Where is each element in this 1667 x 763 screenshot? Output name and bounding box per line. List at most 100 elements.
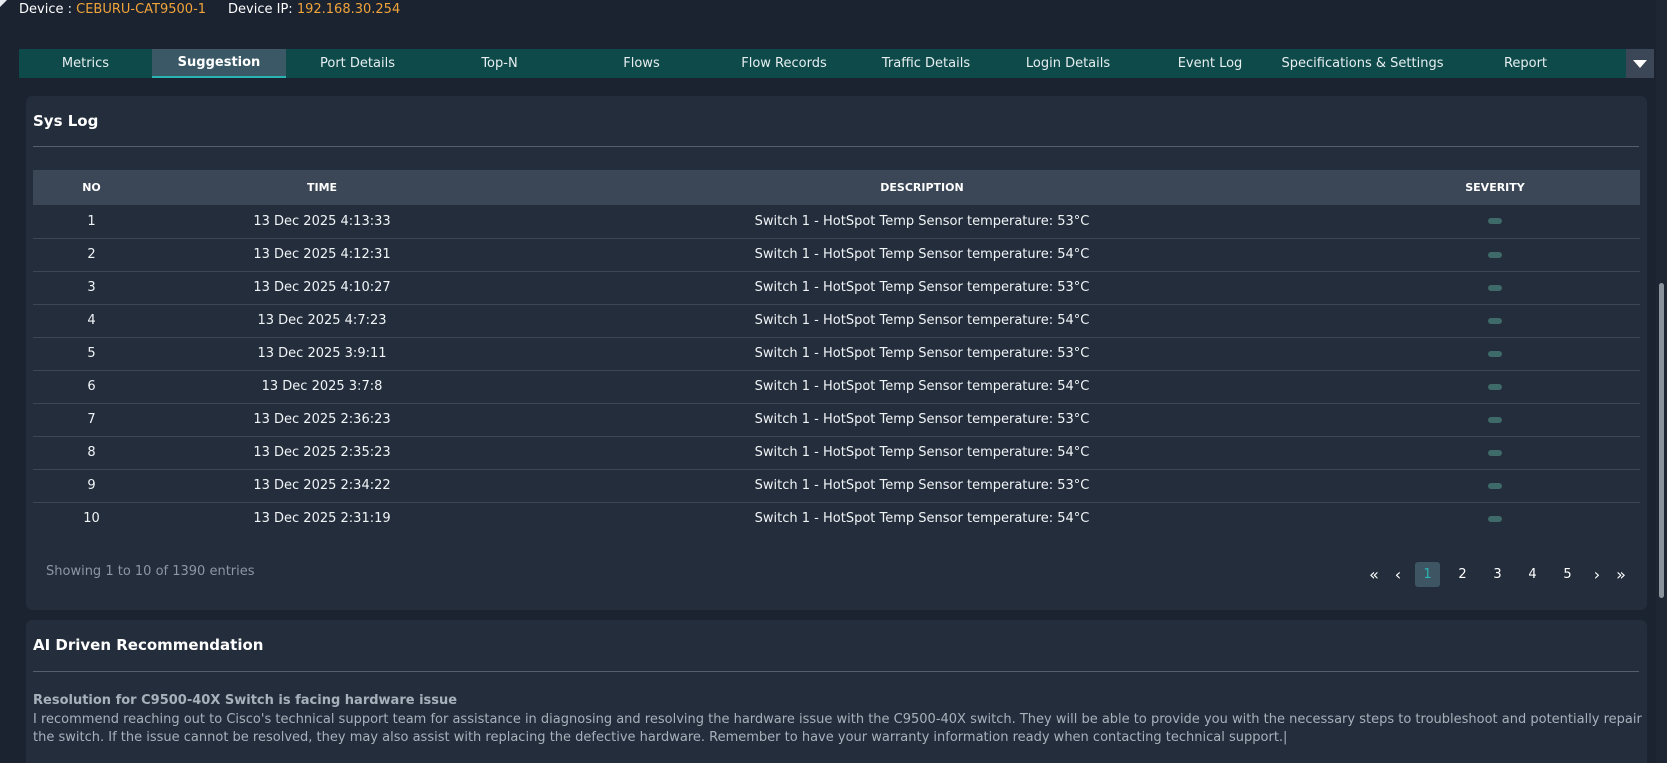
pagination: « ‹ 1 2 3 4 5 › »	[1362, 562, 1633, 587]
device-name: CEBURU-CAT9500-1	[76, 2, 207, 17]
syslog-panel: Sys Log NO TIME DESCRIPTION SEVERITY 1 1…	[26, 96, 1647, 610]
tab-specifications-settings[interactable]: Specifications & Settings	[1281, 49, 1444, 78]
cell-description: Switch 1 - HotSpot Temp Sensor temperatu…	[754, 412, 1090, 427]
tab-flows[interactable]: Flows	[570, 49, 713, 78]
severity-indicator	[1488, 416, 1502, 423]
caret-down-icon	[1633, 59, 1647, 68]
cell-severity	[1350, 370, 1640, 403]
cell-time: 13 Dec 2025 4:10:27	[253, 280, 391, 295]
severity-indicator	[1488, 218, 1502, 225]
cell-severity	[1350, 469, 1640, 502]
last-page-icon[interactable]: »	[1609, 564, 1633, 586]
device-info-bar: Device : CEBURU-CAT9500-1 Device IP: 192…	[19, 2, 400, 17]
cell-severity	[1350, 205, 1640, 238]
severity-indicator	[1488, 515, 1502, 522]
cell-time: 13 Dec 2025 3:7:8	[261, 379, 383, 394]
entries-info: Showing 1 to 10 of 1390 entries	[46, 564, 255, 579]
tab-flow-records[interactable]: Flow Records	[713, 49, 855, 78]
table-row: 4 13 Dec 2025 4:7:23 Switch 1 - HotSpot …	[33, 304, 1640, 337]
device-label: Device :	[19, 2, 72, 17]
cell-no: 6	[87, 379, 96, 394]
ai-divider	[33, 671, 1639, 672]
tab-traffic-details[interactable]: Traffic Details	[855, 49, 997, 78]
cell-no: 8	[87, 445, 96, 460]
table-row: 5 13 Dec 2025 3:9:11 Switch 1 - HotSpot …	[33, 337, 1640, 370]
cell-description: Switch 1 - HotSpot Temp Sensor temperatu…	[754, 445, 1090, 460]
cell-time: 13 Dec 2025 4:12:31	[253, 247, 391, 262]
cell-no: 1	[87, 213, 96, 229]
cell-no: 10	[83, 511, 100, 527]
cell-description: Switch 1 - HotSpot Temp Sensor temperatu…	[754, 511, 1090, 527]
page-button-5[interactable]: 5	[1555, 562, 1580, 587]
column-header-time[interactable]: TIME	[150, 170, 494, 205]
table-row: 1 13 Dec 2025 4:13:33 Switch 1 - HotSpot…	[33, 205, 1640, 238]
cell-description: Switch 1 - HotSpot Temp Sensor temperatu…	[754, 280, 1090, 295]
device-name-group: Device : CEBURU-CAT9500-1	[19, 2, 206, 17]
page-scrollbar[interactable]	[1656, 0, 1667, 763]
cell-severity	[1350, 271, 1640, 304]
cell-severity	[1350, 304, 1640, 337]
tab-event-log[interactable]: Event Log	[1139, 49, 1281, 78]
cell-severity	[1350, 436, 1640, 469]
prev-page-icon[interactable]: ‹	[1386, 564, 1410, 586]
tab-report[interactable]: Report	[1444, 49, 1607, 78]
severity-indicator	[1488, 383, 1502, 390]
cell-no: 2	[87, 247, 96, 262]
cell-description: Switch 1 - HotSpot Temp Sensor temperatu…	[754, 478, 1090, 493]
corner-marker	[0, 0, 7, 7]
table-row: 8 13 Dec 2025 2:35:23 Switch 1 - HotSpot…	[33, 436, 1640, 469]
device-ip-group: Device IP: 192.168.30.254	[228, 2, 400, 17]
ai-recommendation-panel: AI Driven Recommendation Resolution for …	[26, 620, 1647, 763]
tab-top-n[interactable]: Top-N	[429, 49, 570, 78]
table-row: 7 13 Dec 2025 2:36:23 Switch 1 - HotSpot…	[33, 403, 1640, 436]
scrollbar-thumb[interactable]	[1659, 283, 1664, 598]
cell-time: 13 Dec 2025 4:7:23	[257, 313, 387, 328]
cell-description: Switch 1 - HotSpot Temp Sensor temperatu…	[754, 379, 1090, 394]
cell-severity	[1350, 238, 1640, 271]
page-button-4[interactable]: 4	[1520, 562, 1545, 587]
device-ip-label: Device IP:	[228, 2, 293, 17]
column-header-no[interactable]: NO	[33, 170, 150, 205]
first-page-icon[interactable]: «	[1362, 564, 1386, 586]
column-header-severity[interactable]: SEVERITY	[1350, 170, 1640, 205]
tab-port-details[interactable]: Port Details	[286, 49, 429, 78]
cell-no: 5	[87, 346, 96, 361]
cell-no: 4	[87, 313, 96, 328]
page-button-2[interactable]: 2	[1450, 562, 1475, 587]
cell-no: 3	[87, 280, 96, 295]
tab-bar: Metrics Suggestion Port Details Top-N Fl…	[19, 49, 1654, 78]
device-ip-value: 192.168.30.254	[296, 2, 401, 17]
ai-recommendation-title: AI Driven Recommendation	[33, 636, 264, 654]
column-header-description[interactable]: DESCRIPTION	[494, 170, 1350, 205]
page-button-1[interactable]: 1	[1415, 562, 1440, 587]
cell-time: 13 Dec 2025 2:31:19	[253, 511, 391, 527]
severity-indicator	[1488, 350, 1502, 357]
resolution-text: I recommend reaching out to Cisco's tech…	[33, 712, 1642, 745]
cell-no: 7	[87, 412, 96, 427]
severity-indicator	[1488, 317, 1502, 324]
cell-time: 13 Dec 2025 2:36:23	[253, 412, 391, 427]
tab-metrics[interactable]: Metrics	[19, 49, 152, 78]
cell-description: Switch 1 - HotSpot Temp Sensor temperatu…	[754, 247, 1090, 262]
table-header-row: NO TIME DESCRIPTION SEVERITY	[33, 170, 1640, 205]
cell-description: Switch 1 - HotSpot Temp Sensor temperatu…	[754, 313, 1090, 328]
tab-suggestion[interactable]: Suggestion	[152, 49, 286, 78]
table-row: 6 13 Dec 2025 3:7:8 Switch 1 - HotSpot T…	[33, 370, 1640, 403]
tabs-more-dropdown[interactable]	[1626, 49, 1654, 78]
resolution-title: Resolution for C9500-40X Switch is facin…	[33, 693, 458, 708]
cell-time: 13 Dec 2025 3:9:11	[257, 346, 387, 361]
cell-no: 9	[87, 478, 96, 493]
table-row: 9 13 Dec 2025 2:34:22 Switch 1 - HotSpot…	[33, 469, 1640, 502]
app-root: Device : CEBURU-CAT9500-1 Device IP: 192…	[0, 0, 1667, 763]
cell-time: 13 Dec 2025 2:35:23	[253, 445, 391, 460]
syslog-divider	[33, 146, 1639, 147]
cell-severity	[1350, 502, 1640, 535]
tab-login-details[interactable]: Login Details	[997, 49, 1139, 78]
page-button-3[interactable]: 3	[1485, 562, 1510, 587]
syslog-table-wrap: NO TIME DESCRIPTION SEVERITY 1 13 Dec 20…	[33, 170, 1640, 535]
syslog-table: NO TIME DESCRIPTION SEVERITY 1 13 Dec 20…	[33, 170, 1640, 535]
cell-time: 13 Dec 2025 2:34:22	[253, 478, 391, 493]
next-page-icon[interactable]: ›	[1585, 564, 1609, 586]
severity-indicator	[1488, 449, 1502, 456]
table-row: 3 13 Dec 2025 4:10:27 Switch 1 - HotSpot…	[33, 271, 1640, 304]
